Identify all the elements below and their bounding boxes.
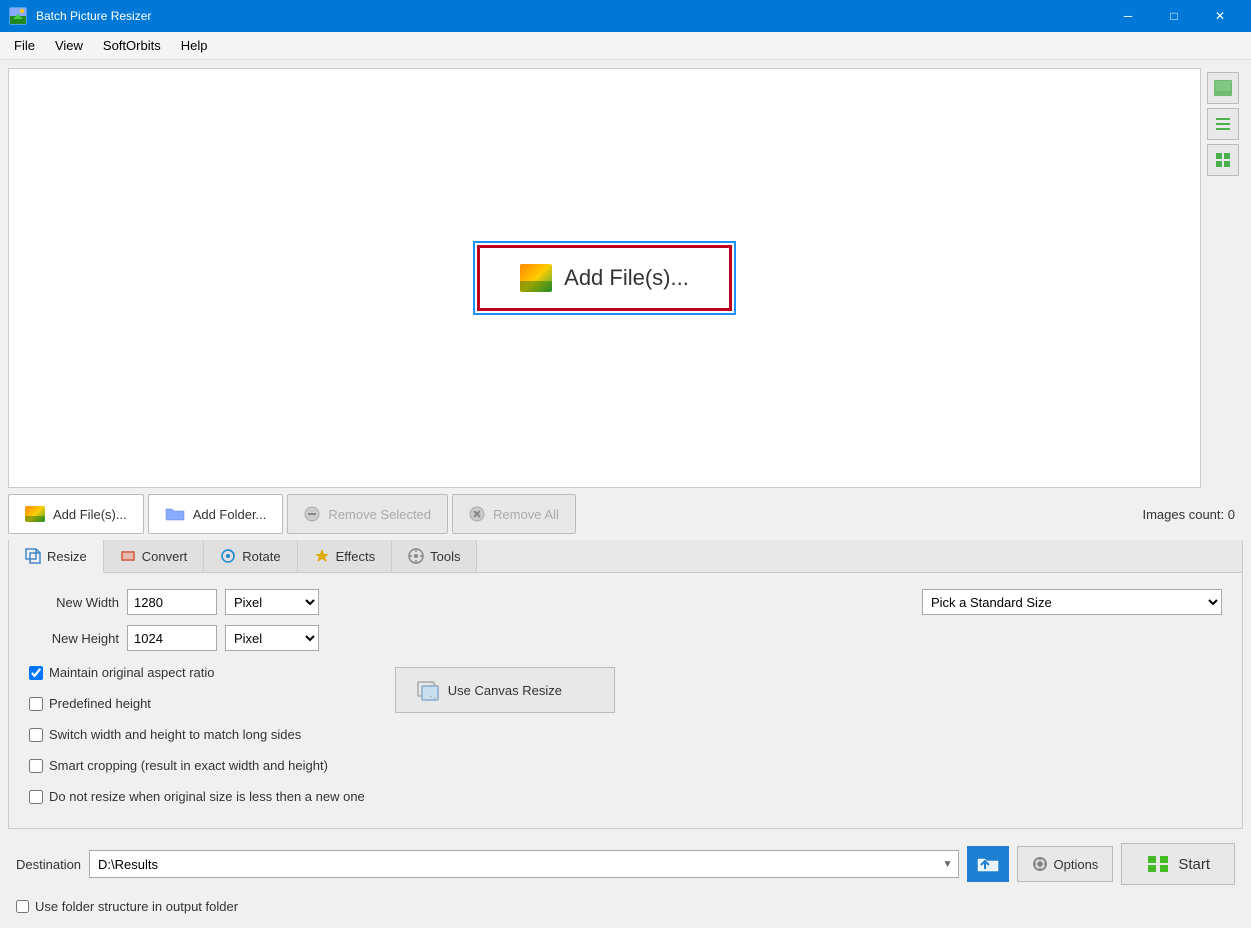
options-button[interactable]: Options: [1017, 846, 1114, 882]
window-controls: ─ □ ✕: [1105, 0, 1243, 32]
maintain-aspect-label: Maintain original aspect ratio: [49, 665, 214, 680]
remove-selected-button[interactable]: Remove Selected: [287, 494, 448, 534]
tab-resize[interactable]: Resize: [9, 540, 104, 573]
predefined-height-checkbox[interactable]: [29, 697, 43, 711]
switch-wh-row[interactable]: Switch width and height to match long si…: [29, 727, 365, 742]
tab-convert[interactable]: Convert: [104, 540, 205, 572]
image-placeholder-icon: [520, 264, 552, 292]
standard-size-select[interactable]: Pick a Standard Size 640x480 800x600 102…: [922, 589, 1222, 615]
tab-panel: Resize Convert Rotate: [8, 540, 1243, 829]
start-button[interactable]: Start: [1121, 843, 1235, 885]
use-folder-structure-checkbox[interactable]: [16, 900, 29, 913]
new-height-label: New Height: [29, 631, 119, 646]
menu-view[interactable]: View: [45, 34, 93, 57]
main-content: Add File(s)...: [0, 60, 1251, 928]
new-height-input[interactable]: [127, 625, 217, 651]
add-files-big-button[interactable]: Add File(s)...: [477, 245, 732, 311]
maintain-aspect-checkbox[interactable]: [29, 666, 43, 680]
width-unit-select[interactable]: Pixel Percent Centimeter Inch: [225, 589, 319, 615]
start-label: Start: [1178, 856, 1210, 873]
use-folder-structure-row: Use folder structure in output folder: [8, 899, 1243, 920]
maintain-aspect-row[interactable]: Maintain original aspect ratio: [29, 665, 365, 680]
resize-tab-content: New Width Pixel Percent Centimeter Inch …: [9, 573, 1242, 828]
browse-folder-icon: [977, 855, 999, 873]
tab-rotate-label: Rotate: [242, 549, 280, 564]
convert-tab-icon: [120, 548, 136, 564]
resize-tab-icon: [25, 548, 41, 564]
close-button[interactable]: ✕: [1197, 0, 1243, 32]
grid-icon: [1214, 151, 1232, 169]
rotate-tab-icon: [220, 548, 236, 564]
app-icon: [8, 6, 28, 26]
file-list-container: Add File(s)...: [8, 68, 1243, 488]
effects-tab-icon: [314, 548, 330, 564]
remove-all-button[interactable]: Remove All: [452, 494, 576, 534]
toolbar-row: Add File(s)... Add Folder... Remove Sele…: [8, 494, 1243, 534]
menu-softorbits[interactable]: SoftOrbits: [93, 34, 171, 57]
menu-file[interactable]: File: [4, 34, 45, 57]
minimize-button[interactable]: ─: [1105, 0, 1151, 32]
images-count-label: Images count: 0: [1134, 507, 1243, 522]
predefined-height-row[interactable]: Predefined height: [29, 696, 365, 711]
tab-bar: Resize Convert Rotate: [9, 540, 1242, 573]
tab-effects[interactable]: Effects: [298, 540, 393, 572]
file-list: Add File(s)...: [8, 68, 1201, 488]
tab-effects-label: Effects: [336, 549, 376, 564]
tab-tools-label: Tools: [430, 549, 460, 564]
menubar: File View SoftOrbits Help: [0, 32, 1251, 60]
height-unit-select[interactable]: Pixel Percent Centimeter Inch: [225, 625, 319, 651]
gear-icon: [1032, 856, 1048, 872]
maximize-button[interactable]: □: [1151, 0, 1197, 32]
smart-crop-row[interactable]: Smart cropping (result in exact width an…: [29, 758, 365, 773]
new-width-label: New Width: [29, 595, 119, 610]
smart-crop-checkbox[interactable]: [29, 759, 43, 773]
tab-tools[interactable]: Tools: [392, 540, 477, 572]
add-folder-button[interactable]: Add Folder...: [148, 494, 284, 534]
browse-folder-button[interactable]: [967, 846, 1009, 882]
add-files-icon: [25, 506, 45, 522]
no-resize-checkbox[interactable]: [29, 790, 43, 804]
canvas-resize-label: Use Canvas Resize: [448, 683, 562, 698]
add-files-big-label: Add File(s)...: [564, 265, 689, 291]
add-files-button[interactable]: Add File(s)...: [8, 494, 144, 534]
destination-wrapper: ▼: [89, 850, 958, 878]
switch-wh-checkbox[interactable]: [29, 728, 43, 742]
view-list-button[interactable]: [1207, 108, 1239, 140]
no-resize-label: Do not resize when original size is less…: [49, 789, 365, 804]
remove-selected-icon: [304, 506, 320, 522]
list-icon: [1214, 115, 1232, 133]
tab-convert-label: Convert: [142, 549, 188, 564]
switch-wh-label: Switch width and height to match long si…: [49, 727, 301, 742]
predefined-height-label: Predefined height: [49, 696, 151, 711]
add-files-label: Add File(s)...: [53, 507, 127, 522]
thumbnails-icon: [1213, 79, 1233, 97]
smart-crop-label: Smart cropping (result in exact width an…: [49, 758, 328, 773]
destination-label: Destination: [16, 857, 81, 872]
remove-selected-label: Remove Selected: [328, 507, 431, 522]
canvas-resize-button[interactable]: Use Canvas Resize: [395, 667, 615, 713]
remove-all-icon: [469, 506, 485, 522]
use-folder-structure-label: Use folder structure in output folder: [35, 899, 238, 914]
app-title: Batch Picture Resizer: [36, 9, 1105, 23]
destination-input[interactable]: [89, 850, 958, 878]
new-width-input[interactable]: [127, 589, 217, 615]
add-folder-label: Add Folder...: [193, 507, 267, 522]
view-grid-button[interactable]: [1207, 144, 1239, 176]
tab-rotate[interactable]: Rotate: [204, 540, 297, 572]
bottom-bar: Destination ▼ Options: [8, 835, 1243, 893]
titlebar: Batch Picture Resizer ─ □ ✕: [0, 0, 1251, 32]
start-icon: [1146, 854, 1170, 874]
canvas-resize-icon: [416, 678, 440, 702]
no-resize-row[interactable]: Do not resize when original size is less…: [29, 789, 365, 804]
tab-resize-label: Resize: [47, 549, 87, 564]
view-thumbnails-button[interactable]: [1207, 72, 1239, 104]
folder-icon: [165, 506, 185, 522]
remove-all-label: Remove All: [493, 507, 559, 522]
menu-help[interactable]: Help: [171, 34, 218, 57]
view-controls: [1207, 68, 1243, 488]
tools-tab-icon: [408, 548, 424, 564]
options-label: Options: [1054, 857, 1099, 872]
